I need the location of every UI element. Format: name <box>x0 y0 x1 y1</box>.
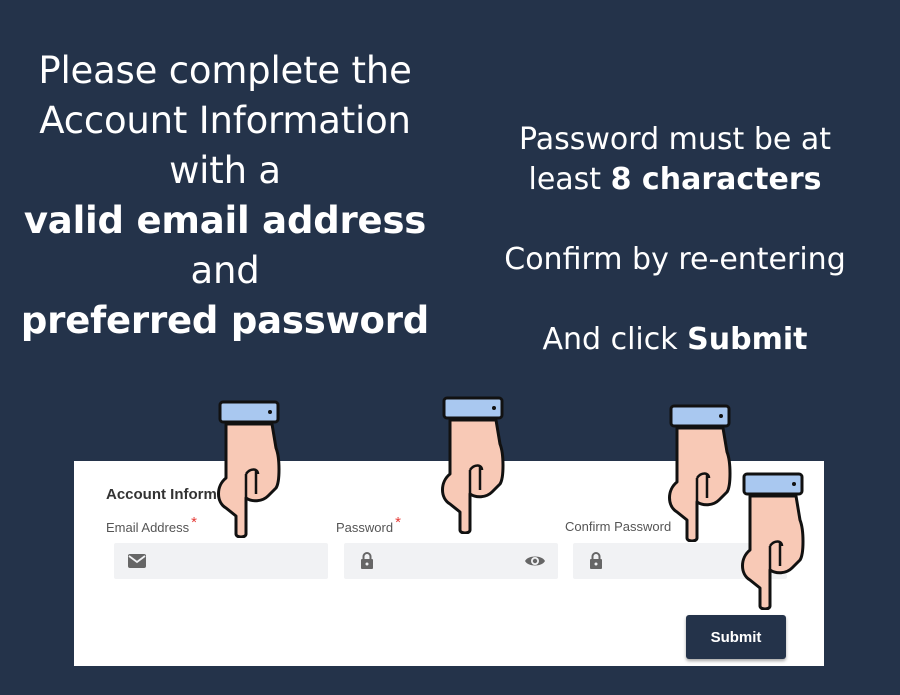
pointing-hand-icon <box>217 400 281 538</box>
submit-button[interactable]: Submit <box>686 615 786 659</box>
instruction-bold-text: Submit <box>687 322 808 357</box>
instruction-line: and <box>190 249 260 292</box>
instruction-bold-text: 8 characters <box>610 162 822 197</box>
confirm-password-label: Confirm Password <box>565 519 671 534</box>
lock-icon <box>590 552 602 569</box>
lock-icon <box>361 552 373 569</box>
email-input[interactable] <box>158 543 296 581</box>
required-marker: * <box>191 514 197 531</box>
envelope-icon <box>128 554 146 568</box>
instruction-line: Confirm by re-entering <box>504 242 846 277</box>
confirm-password-input[interactable] <box>617 543 755 581</box>
instruction-line: Please complete the <box>38 49 412 92</box>
instruction-line-bold: valid email address <box>20 196 430 246</box>
left-instructions: Please complete the Account Information … <box>20 46 430 346</box>
required-marker: * <box>395 514 401 531</box>
instruction-line: least 8 characters <box>480 160 870 200</box>
instruction-line: with a <box>169 149 281 192</box>
email-label-text: Email Address <box>106 520 190 535</box>
password-label-text: Password <box>336 520 394 535</box>
confirm-password-label-text: Confirm Password <box>565 519 672 534</box>
instruction-text: least <box>528 162 611 197</box>
instruction-text: And click <box>542 322 688 357</box>
instruction-line: Password must be at <box>518 122 831 157</box>
password-label: Password * <box>336 514 401 536</box>
instruction-line: And click Submit <box>480 320 870 360</box>
instruction-line: Account Information <box>39 99 411 142</box>
instruction-bold-text: preferred password <box>20 299 430 342</box>
pointing-hand-icon <box>668 404 732 542</box>
email-label: Email Address * <box>106 514 197 536</box>
password-input[interactable] <box>388 543 526 581</box>
email-field[interactable] <box>114 543 328 581</box>
instruction-line-bold: preferred password <box>20 296 430 346</box>
password-field[interactable] <box>344 543 558 581</box>
eye-icon[interactable] <box>524 552 546 570</box>
instruction-bold-text: valid email address <box>23 199 427 242</box>
right-instructions: Password must be at least 8 characters C… <box>480 120 870 360</box>
pointing-hand-icon <box>741 472 805 610</box>
pointing-hand-icon <box>441 396 505 534</box>
